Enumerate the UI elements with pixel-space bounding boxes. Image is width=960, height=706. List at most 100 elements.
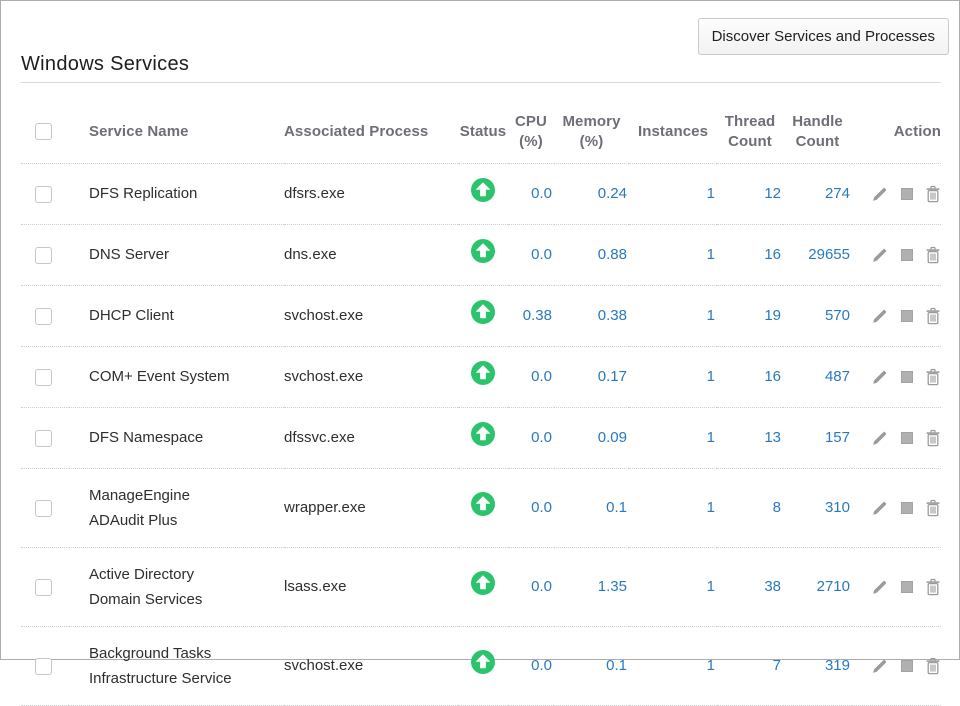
delete-icon[interactable] [925, 185, 941, 203]
header-select-all [21, 83, 69, 163]
edit-icon[interactable] [871, 368, 889, 386]
delete-icon[interactable] [925, 499, 941, 517]
instances-cell: 1 [629, 285, 717, 346]
status-up-icon [471, 571, 495, 595]
associated-process-cell: svchost.exe [284, 285, 458, 346]
cpu-cell: 0.0 [508, 626, 554, 705]
instances-cell: 1 [629, 163, 717, 224]
stop-icon[interactable] [901, 581, 913, 593]
status-cell [458, 407, 508, 468]
checkbox-cell [21, 163, 69, 224]
header-memory: Memory (%) [554, 83, 629, 163]
delete-icon[interactable] [925, 307, 941, 325]
header-instances: Instances [629, 83, 717, 163]
table-row: DFS Replication dfsrs.exe 0.0 0.24 1 12 … [21, 163, 941, 224]
service-name-cell: DFS Replication [69, 163, 284, 224]
table-row: DHCP Client svchost.exe 0.38 0.38 1 19 5… [21, 285, 941, 346]
discover-services-button[interactable]: Discover Services and Processes [698, 18, 949, 55]
thread-count-cell: 16 [717, 346, 783, 407]
stop-icon[interactable] [901, 502, 913, 514]
checkbox-cell [21, 224, 69, 285]
memory-cell: 0.1 [554, 626, 629, 705]
memory-cell: 0.1 [554, 468, 629, 547]
service-name-cell: Active Directory Domain Services [69, 547, 284, 626]
thread-count-cell: 12 [717, 163, 783, 224]
associated-process-cell: svchost.exe [284, 626, 458, 705]
status-up-icon [471, 422, 495, 446]
row-checkbox[interactable] [35, 500, 52, 517]
header-associated-process: Associated Process [284, 83, 458, 163]
handle-count-cell: 29655 [783, 224, 852, 285]
cpu-cell: 0.0 [508, 346, 554, 407]
thread-count-cell: 7 [717, 626, 783, 705]
stop-icon[interactable] [901, 249, 913, 261]
stop-icon[interactable] [901, 660, 913, 672]
memory-cell: 0.09 [554, 407, 629, 468]
handle-count-cell: 570 [783, 285, 852, 346]
row-checkbox[interactable] [35, 247, 52, 264]
delete-icon[interactable] [925, 246, 941, 264]
edit-icon[interactable] [871, 185, 889, 203]
row-checkbox[interactable] [35, 186, 52, 203]
header-service-name: Service Name [69, 83, 284, 163]
checkbox-cell [21, 407, 69, 468]
thread-count-cell: 8 [717, 468, 783, 547]
status-up-icon [471, 239, 495, 263]
action-cell [852, 346, 941, 407]
edit-icon[interactable] [871, 307, 889, 325]
row-checkbox[interactable] [35, 369, 52, 386]
row-checkbox[interactable] [35, 430, 52, 447]
checkbox-cell [21, 346, 69, 407]
memory-cell: 1.35 [554, 547, 629, 626]
status-cell [458, 285, 508, 346]
checkbox-cell [21, 626, 69, 705]
row-checkbox[interactable] [35, 658, 52, 675]
handle-count-cell: 487 [783, 346, 852, 407]
edit-icon[interactable] [871, 499, 889, 517]
service-name-cell: Background Tasks Infrastructure Service [69, 626, 284, 705]
delete-icon[interactable] [925, 368, 941, 386]
instances-cell: 1 [629, 224, 717, 285]
handle-count-cell: 157 [783, 407, 852, 468]
status-cell [458, 346, 508, 407]
associated-process-cell: dns.exe [284, 224, 458, 285]
instances-cell: 1 [629, 547, 717, 626]
page-title: Windows Services [21, 53, 189, 76]
row-checkbox[interactable] [35, 579, 52, 596]
action-cell [852, 468, 941, 547]
edit-icon[interactable] [871, 578, 889, 596]
delete-icon[interactable] [925, 429, 941, 447]
service-name-cell: COM+ Event System [69, 346, 284, 407]
edit-icon[interactable] [871, 246, 889, 264]
thread-count-cell: 38 [717, 547, 783, 626]
status-up-icon [471, 650, 495, 674]
services-table-wrap: Service Name Associated Process Status C… [21, 82, 941, 706]
header-status: Status [458, 83, 508, 163]
header-thread-count: Thread Count [717, 83, 783, 163]
cpu-cell: 0.0 [508, 547, 554, 626]
cpu-cell: 0.0 [508, 468, 554, 547]
service-name-cell: DHCP Client [69, 285, 284, 346]
status-cell [458, 626, 508, 705]
table-row: COM+ Event System svchost.exe 0.0 0.17 1… [21, 346, 941, 407]
stop-icon[interactable] [901, 432, 913, 444]
header-handle-count: Handle Count [783, 83, 852, 163]
associated-process-cell: wrapper.exe [284, 468, 458, 547]
checkbox-cell [21, 547, 69, 626]
stop-icon[interactable] [901, 310, 913, 322]
instances-cell: 1 [629, 468, 717, 547]
select-all-checkbox[interactable] [35, 123, 52, 140]
action-cell [852, 407, 941, 468]
stop-icon[interactable] [901, 371, 913, 383]
action-cell [852, 547, 941, 626]
header-action: Action [852, 83, 941, 163]
delete-icon[interactable] [925, 578, 941, 596]
edit-icon[interactable] [871, 429, 889, 447]
action-cell [852, 224, 941, 285]
stop-icon[interactable] [901, 188, 913, 200]
service-name-cell: ManageEngine ADAudit Plus [69, 468, 284, 547]
action-cell [852, 626, 941, 705]
memory-cell: 0.38 [554, 285, 629, 346]
thread-count-cell: 16 [717, 224, 783, 285]
row-checkbox[interactable] [35, 308, 52, 325]
